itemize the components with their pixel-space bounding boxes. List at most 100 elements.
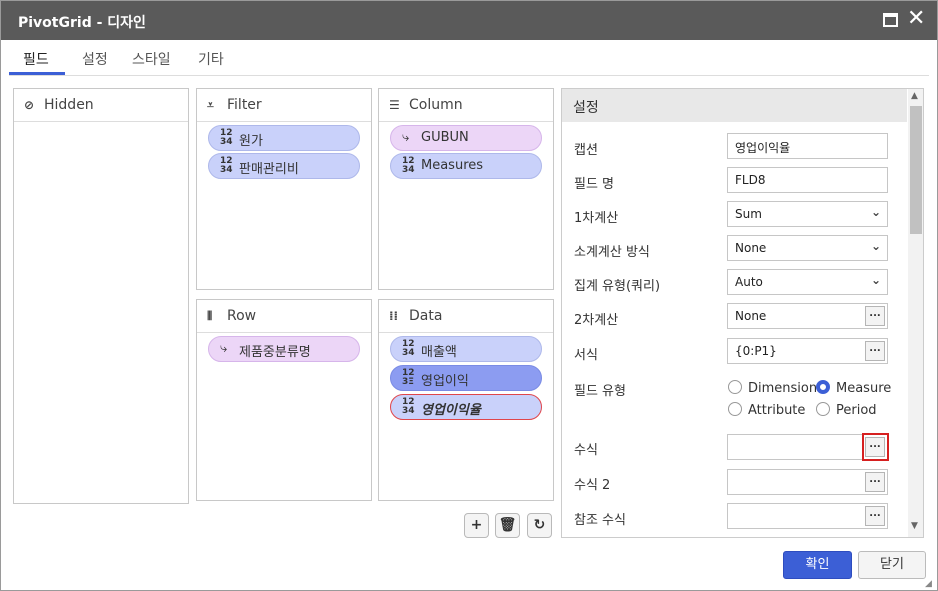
settings-panel: 설정 캡션 영업이익율 필드 명 FLD8 1차계산 Sum ⌄ 소계계산 방식… — [561, 88, 924, 538]
filter-panel[interactable]: ⩡ Filter 12 34 원가 12 34 판매관리비 — [196, 88, 372, 290]
subtotal-select[interactable]: None ⌄ — [727, 235, 888, 261]
numeric-icon: 12 34 — [402, 339, 415, 358]
field-type-label: 필드 유형 — [574, 384, 626, 399]
formula2-label: 수식 2 — [574, 478, 611, 493]
field-name-value: FLD8 — [735, 173, 766, 187]
data-panel-header: ⁞⁞ Data — [379, 300, 553, 333]
scroll-up-icon[interactable]: ▲ — [911, 91, 918, 101]
chip-label: 영업이익 — [421, 374, 469, 389]
radio-label: Attribute — [748, 403, 806, 418]
numeric-icon: 12 34 — [220, 128, 233, 147]
eye-slash-icon: ⊘ — [24, 98, 35, 112]
radio-label: Period — [836, 403, 877, 418]
tab-style[interactable]: 스타일 — [132, 49, 171, 69]
caption-value: 영업이익율 — [735, 141, 791, 155]
window-title: PivotGrid - 디자인 — [18, 15, 146, 31]
settings-scrollbar[interactable]: ▲ ▼ — [908, 89, 923, 537]
row-panel[interactable]: ⦀ Row ⤷ 제품중분류명 — [196, 299, 372, 501]
chip-label: 판매관리비 — [239, 162, 299, 177]
radio-circle — [728, 402, 742, 416]
numeric-icon: 12 34 — [402, 397, 415, 416]
tab-settings[interactable]: 설정 — [82, 49, 108, 69]
format-label: 서식 — [574, 348, 598, 363]
active-tab-indicator — [9, 72, 65, 75]
calc1-value: Sum — [735, 207, 762, 221]
format-input[interactable]: {0:P1} ... — [727, 338, 888, 364]
column-panel[interactable]: ☰ Column ⤷ GUBUN 12 34 Measures — [378, 88, 554, 290]
radio-period[interactable]: Period — [816, 402, 877, 418]
filter-field-chip[interactable]: 12 34 판매관리비 — [208, 153, 360, 179]
format-ellipsis-button[interactable]: ... — [865, 341, 885, 361]
hierarchy-icon: ⤷ — [402, 130, 410, 145]
calc1-select[interactable]: Sum ⌄ — [727, 201, 888, 227]
formula-label: 수식 — [574, 443, 598, 458]
ref-formula-input[interactable]: ... — [727, 503, 888, 529]
chip-label: 원가 — [239, 134, 263, 149]
resize-grip-icon[interactable]: ◢ — [925, 579, 932, 589]
numeric-icon: 12 34 — [402, 156, 415, 175]
hidden-panel-header: ⊘ Hidden — [14, 89, 188, 122]
formula2-input[interactable]: ... — [727, 469, 888, 495]
tab-etc[interactable]: 기타 — [198, 49, 224, 69]
chevron-down-icon: ⌄ — [870, 239, 881, 253]
numeric-icon: 12 34 — [220, 156, 233, 175]
chip-label: GUBUN — [421, 130, 469, 145]
ok-button[interactable]: 확인 — [783, 551, 852, 579]
refresh-button[interactable]: ↻ — [527, 513, 552, 538]
column-panel-header: ☰ Column — [379, 89, 553, 122]
grid-dots-icon: ⁞⁞ — [389, 309, 399, 323]
radio-attribute[interactable]: Attribute — [728, 402, 805, 418]
highlight-box — [862, 433, 889, 461]
calc2-input[interactable]: None ... — [727, 303, 888, 329]
field-name-label: 필드 명 — [574, 177, 615, 192]
formula2-ellipsis-button[interactable]: ... — [865, 472, 885, 492]
add-button[interactable]: + — [464, 513, 489, 538]
radio-dimension[interactable]: Dimension — [728, 380, 817, 396]
caption-label: 캡션 — [574, 143, 598, 158]
row-field-chip[interactable]: ⤷ 제품중분류명 — [208, 336, 360, 362]
calc2-value: None — [735, 309, 767, 323]
settings-header: 설정 — [562, 89, 907, 122]
agg-type-select[interactable]: Auto ⌄ — [727, 269, 888, 295]
format-value: {0:P1} — [735, 344, 777, 358]
column-field-chip[interactable]: ⤷ GUBUN — [390, 125, 542, 151]
row-panel-header: ⦀ Row — [197, 300, 371, 333]
radio-circle-selected — [816, 380, 830, 394]
chevron-down-icon: ⌄ — [870, 273, 881, 287]
ref-formula-ellipsis-button[interactable]: ... — [865, 506, 885, 526]
radio-measure[interactable]: Measure — [816, 380, 891, 396]
close-icon[interactable]: ✕ — [907, 6, 925, 32]
hidden-panel-title: Hidden — [44, 97, 94, 113]
chip-label: 제품중분류명 — [239, 345, 311, 360]
scrollbar-thumb[interactable] — [910, 106, 922, 234]
calc2-ellipsis-button[interactable]: ... — [865, 306, 885, 326]
tab-bar: 필드 설정 스타일 기타 — [9, 43, 929, 76]
close-button[interactable]: 닫기 — [858, 551, 926, 579]
agg-type-label: 집계 유형(쿼리) — [574, 279, 661, 294]
column-field-chip[interactable]: 12 34 Measures — [390, 153, 542, 179]
column-panel-title: Column — [409, 97, 463, 113]
field-name-input[interactable]: FLD8 — [727, 167, 888, 193]
scroll-down-icon[interactable]: ▼ — [911, 521, 918, 531]
data-panel[interactable]: ⁞⁞ Data 12 34 매출액 12 3Ξ 영업이익 12 34 영업이익율 — [378, 299, 554, 501]
calc-numeric-icon: 12 3Ξ — [402, 368, 415, 387]
data-field-chip-selected[interactable]: 12 34 영업이익율 — [390, 394, 542, 420]
agg-type-value: Auto — [735, 275, 763, 289]
columns-icon: ⦀ — [207, 309, 213, 323]
calc1-label: 1차계산 — [574, 211, 619, 226]
data-field-chip[interactable]: 12 34 매출액 — [390, 336, 542, 362]
hidden-panel[interactable]: ⊘ Hidden — [13, 88, 189, 504]
maximize-icon[interactable] — [883, 13, 898, 27]
radio-circle — [816, 402, 830, 416]
delete-button[interactable]: 🗑 — [495, 513, 520, 538]
hierarchy-icon: ⤷ — [220, 341, 228, 356]
subtotal-label: 소계계산 방식 — [574, 245, 650, 260]
filter-field-chip[interactable]: 12 34 원가 — [208, 125, 360, 151]
title-bar[interactable]: PivotGrid - 디자인 ✕ — [1, 1, 937, 40]
caption-input[interactable]: 영업이익율 — [727, 133, 888, 159]
data-field-chip[interactable]: 12 3Ξ 영업이익 — [390, 365, 542, 391]
filter-panel-header: ⩡ Filter — [197, 89, 371, 122]
tab-fields[interactable]: 필드 — [23, 49, 49, 69]
data-panel-title: Data — [409, 308, 443, 324]
calc2-label: 2차계산 — [574, 313, 619, 328]
